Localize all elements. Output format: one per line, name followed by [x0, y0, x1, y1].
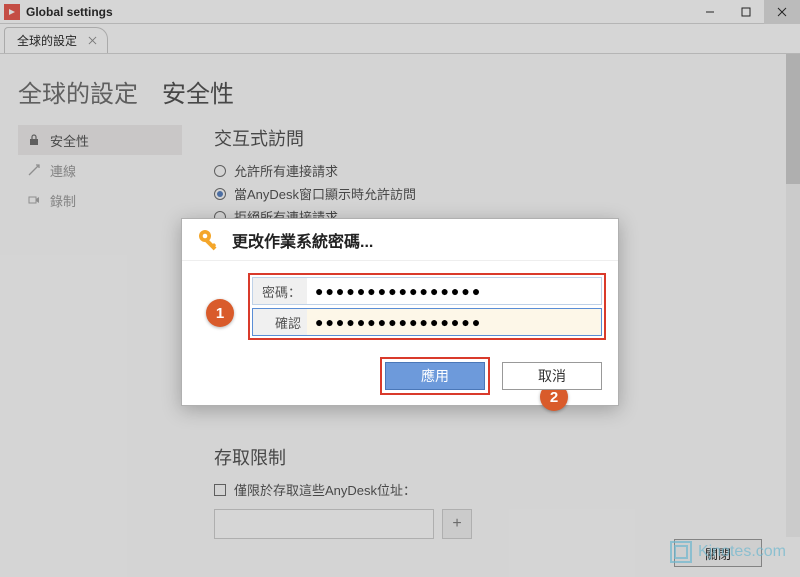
change-password-dialog: 更改作業系統密碼... 密碼： ●●●●●●●●●●●●●●●● 確認 ●●●●…: [181, 218, 619, 406]
dialog-header: 更改作業系統密碼...: [182, 219, 618, 261]
watermark-icon: [670, 541, 692, 563]
password-input[interactable]: ●●●●●●●●●●●●●●●●: [307, 283, 601, 299]
apply-button[interactable]: 應用: [385, 362, 485, 390]
confirm-label: 確認: [253, 309, 307, 335]
password-row: 密碼： ●●●●●●●●●●●●●●●●: [252, 277, 602, 305]
confirm-input[interactable]: ●●●●●●●●●●●●●●●●: [307, 314, 601, 330]
dialog-footer: 應用 取消: [380, 357, 602, 395]
watermark: Kjnotes.com: [670, 541, 786, 563]
key-icon: [196, 227, 222, 253]
password-label: 密碼：: [253, 278, 307, 304]
password-input-group: 密碼： ●●●●●●●●●●●●●●●● 確認 ●●●●●●●●●●●●●●●●: [248, 273, 606, 340]
apply-highlight: 應用: [380, 357, 490, 395]
confirm-row: 確認 ●●●●●●●●●●●●●●●●: [252, 308, 602, 336]
cancel-button[interactable]: 取消: [502, 362, 602, 390]
annotation-step1: 1: [206, 299, 234, 327]
watermark-text: Kjnotes.com: [698, 543, 786, 561]
dialog-title: 更改作業系統密碼...: [232, 228, 373, 252]
